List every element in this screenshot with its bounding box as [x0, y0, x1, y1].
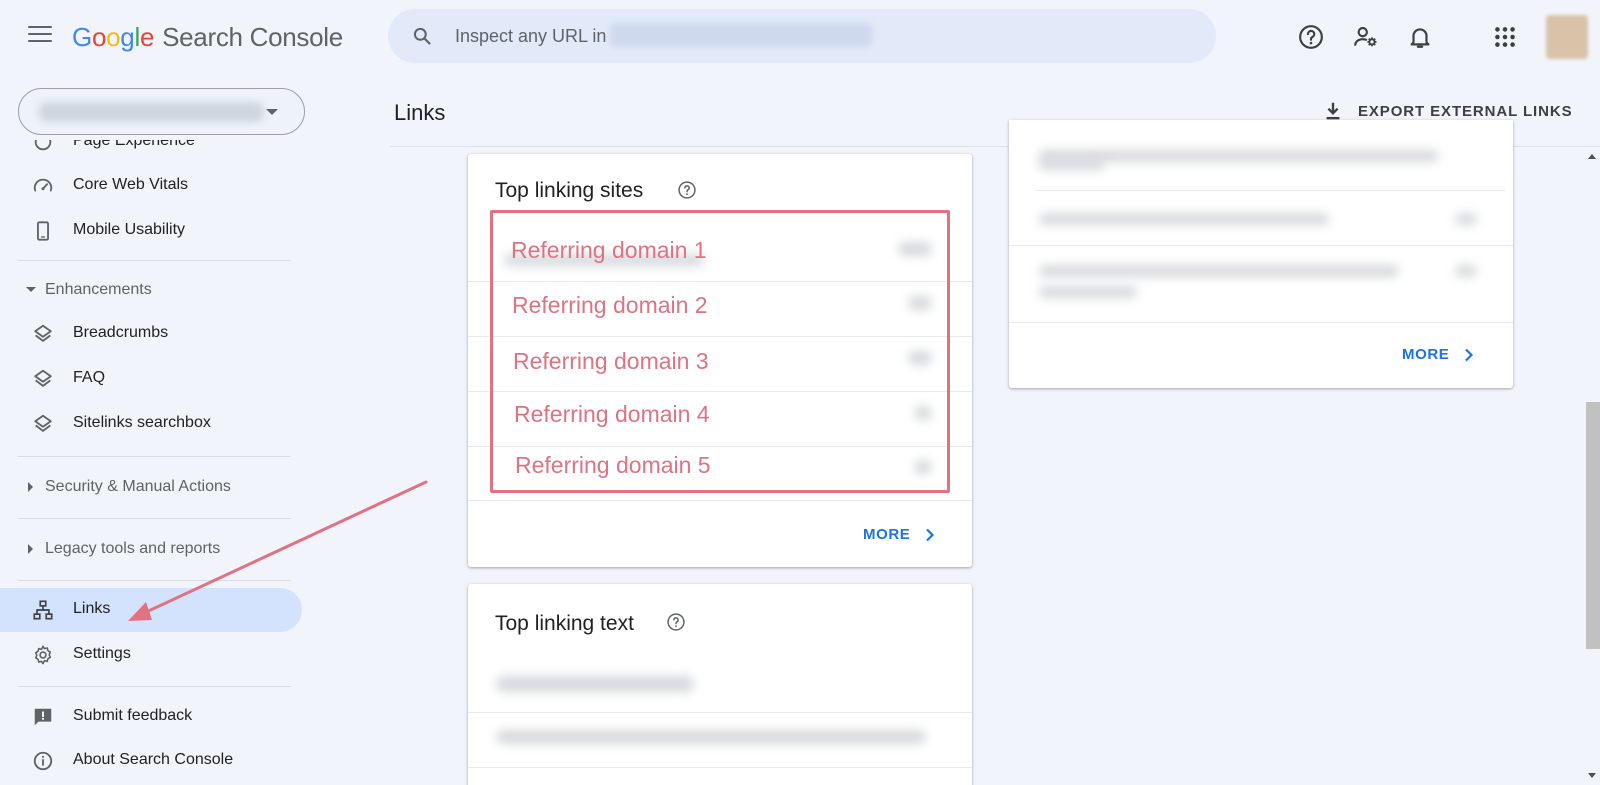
- sidebar-item-faq[interactable]: FAQ: [0, 357, 302, 401]
- manage-users-icon[interactable]: [1353, 24, 1379, 50]
- redacted-row: [1039, 265, 1399, 277]
- referring-domain-1[interactable]: Referring domain 1: [511, 237, 707, 264]
- help-circle-icon[interactable]: [677, 180, 697, 200]
- account-avatar[interactable]: [1546, 15, 1588, 59]
- sidebar-divider: [18, 260, 291, 261]
- sidebar-nav: Page Experience Core Web Vitals Mobile U…: [0, 140, 310, 785]
- speedometer-icon: [33, 178, 53, 192]
- app-header: Google Search Console Inspect any URL in: [0, 0, 1600, 76]
- expand-triangle-icon: [28, 482, 33, 492]
- sidebar-section-security-manual-actions[interactable]: Security & Manual Actions: [0, 467, 302, 507]
- redacted-row: [1039, 158, 1105, 170]
- page-scrollbar[interactable]: [1584, 146, 1600, 785]
- row-divider: [1035, 190, 1505, 191]
- notifications-bell-icon[interactable]: [1407, 24, 1433, 50]
- sidebar-item-settings[interactable]: Settings: [0, 633, 302, 677]
- redacted-property-url: [610, 23, 872, 47]
- row-divider: [1009, 245, 1513, 246]
- sidebar-divider: [18, 518, 291, 519]
- redacted-row: [496, 730, 926, 744]
- row-divider: [468, 712, 972, 713]
- chevron-right-icon: [1465, 348, 1474, 361]
- top-linked-pages-card: MORE: [1009, 120, 1513, 388]
- help-circle-icon[interactable]: [666, 612, 686, 632]
- hamburger-menu-icon[interactable]: [28, 26, 52, 46]
- page-experience-icon: [34, 140, 52, 151]
- page-title: Links: [394, 100, 446, 125]
- search-placeholder: Inspect any URL in: [455, 26, 607, 46]
- feedback-icon: [34, 708, 52, 726]
- sidebar-section-enhancements[interactable]: Enhancements: [0, 270, 302, 310]
- redacted-row: [1039, 286, 1137, 298]
- scroll-thumb[interactable]: [1586, 402, 1600, 649]
- sidebar-section-legacy-tools[interactable]: Legacy tools and reports: [0, 529, 302, 569]
- gear-icon: [34, 645, 52, 665]
- redacted-count: [1455, 265, 1477, 277]
- sidebar-item-core-web-vitals[interactable]: Core Web Vitals: [0, 164, 302, 208]
- sidebar-item-mobile-usability[interactable]: Mobile Usability: [0, 209, 302, 253]
- chevron-right-icon: [926, 528, 935, 541]
- sidebar-item-submit-feedback[interactable]: Submit feedback: [0, 695, 302, 739]
- referring-domain-5[interactable]: Referring domain 5: [515, 452, 711, 479]
- more-button[interactable]: MORE: [863, 526, 936, 543]
- sidebar-item-breadcrumbs[interactable]: Breadcrumbs: [0, 312, 302, 356]
- url-inspection-search[interactable]: Inspect any URL in: [388, 9, 1216, 63]
- property-selector[interactable]: [18, 88, 305, 135]
- referring-domain-3[interactable]: Referring domain 3: [513, 348, 709, 375]
- search-icon: [413, 27, 431, 45]
- sidebar-divider: [18, 580, 291, 581]
- top-linking-text-card: Top linking text: [468, 584, 972, 785]
- google-search-console-logo[interactable]: Google Search Console: [72, 22, 343, 53]
- row-divider: [468, 767, 972, 768]
- sidebar-item-sitelinks-searchbox[interactable]: Sitelinks searchbox: [0, 402, 302, 446]
- dropdown-caret-icon: [266, 109, 278, 115]
- scroll-up-arrow-icon[interactable]: [1588, 154, 1596, 159]
- sidebar-item-about[interactable]: About Search Console: [0, 739, 302, 783]
- redacted-row: [1039, 213, 1329, 225]
- help-icon[interactable]: [1298, 24, 1324, 50]
- layers-icon: [34, 324, 52, 342]
- sidebar-divider: [18, 686, 291, 687]
- sidebar-divider: [18, 456, 291, 457]
- expand-triangle-icon: [28, 544, 33, 554]
- sidebar-item-links[interactable]: Links: [0, 588, 302, 632]
- download-icon: [1326, 102, 1340, 120]
- row-divider: [468, 500, 972, 501]
- phone-icon: [37, 221, 49, 241]
- referring-domain-2[interactable]: Referring domain 2: [512, 292, 708, 319]
- redacted-row: [496, 676, 694, 692]
- sitemap-links-icon: [33, 600, 53, 620]
- product-name: Search Console: [162, 22, 343, 52]
- card-title: Top linking text: [495, 612, 634, 635]
- row-divider: [1009, 322, 1513, 323]
- scroll-down-arrow-icon[interactable]: [1588, 773, 1596, 778]
- more-button[interactable]: MORE: [1402, 346, 1475, 363]
- sidebar-item-page-experience[interactable]: Page Experience: [0, 140, 302, 164]
- collapse-triangle-icon: [26, 287, 36, 292]
- redacted-property-name: [39, 102, 264, 122]
- layers-icon: [34, 369, 52, 387]
- referring-domain-4[interactable]: Referring domain 4: [514, 401, 710, 428]
- info-icon: [33, 751, 53, 771]
- apps-grid-icon[interactable]: [1492, 24, 1518, 50]
- redacted-count: [1455, 213, 1477, 225]
- layers-icon: [34, 414, 52, 432]
- card-title: Top linking sites: [495, 179, 644, 202]
